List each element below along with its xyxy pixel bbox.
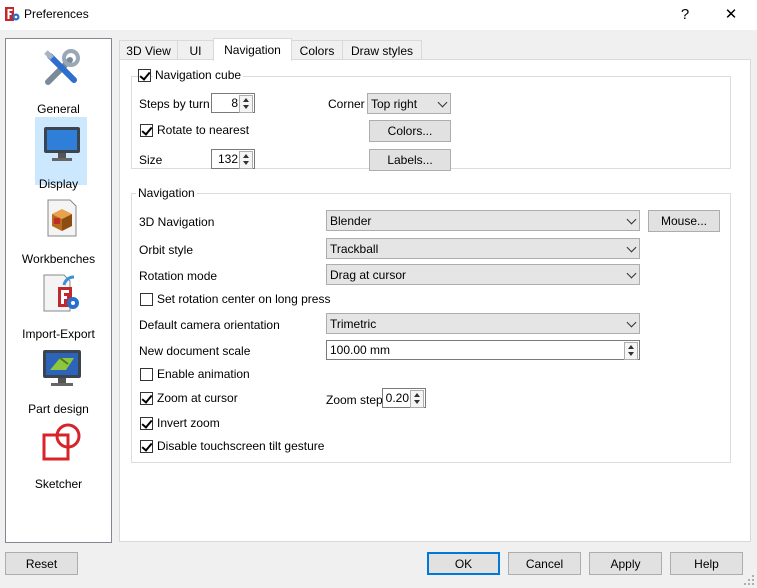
sidebar-item-display[interactable]: Display xyxy=(6,116,111,191)
chevron-down-icon xyxy=(626,214,637,225)
freecad-app-icon xyxy=(5,7,20,21)
sidebar-item-label: Import-Export xyxy=(22,327,95,341)
ok-button[interactable]: OK xyxy=(427,552,500,575)
size-label: Size xyxy=(139,153,163,167)
zoom-at-cursor-checkbox[interactable] xyxy=(140,392,153,405)
box-icon xyxy=(47,199,77,237)
spin-arrows-icon[interactable] xyxy=(239,95,253,113)
tab-draw-styles[interactable]: Draw styles xyxy=(342,40,422,60)
touchscreen-tilt-label: Disable touchscreen tilt gesture xyxy=(157,439,325,453)
size-value: 132 xyxy=(217,152,238,166)
long-press-label: Set rotation center on long press xyxy=(157,292,331,306)
corner-label: Corner xyxy=(328,97,365,111)
zoom-step-label: Zoom step xyxy=(326,393,383,407)
labels-button[interactable]: Labels... xyxy=(369,149,451,171)
colors-button[interactable]: Colors... xyxy=(369,120,451,142)
tab-3d-view[interactable]: 3D View xyxy=(119,40,178,60)
corner-value: Top right xyxy=(371,97,418,111)
sidebar-item-label: Sketcher xyxy=(34,477,83,491)
document-scale-label: New document scale xyxy=(139,344,251,358)
rotation-mode-combo[interactable]: Drag at cursor xyxy=(326,264,640,285)
cancel-button[interactable]: Cancel xyxy=(508,552,581,575)
chevron-down-icon xyxy=(437,97,448,108)
tab-navigation[interactable]: Navigation xyxy=(213,38,292,61)
chevron-down-icon xyxy=(626,317,637,328)
nav3d-combo[interactable]: Blender xyxy=(326,210,640,231)
sidebar-item-label: Workbenches xyxy=(21,252,96,266)
nav3d-value: Blender xyxy=(330,214,372,228)
zoom-step-value: 0.20 xyxy=(385,391,409,405)
invert-zoom-label: Invert zoom xyxy=(157,416,220,430)
import-export-icon xyxy=(43,274,79,312)
zoom-step-spinbox[interactable]: 0.20 xyxy=(382,388,426,408)
enable-animation-label: Enable animation xyxy=(157,367,250,381)
navigation-cube-checkbox[interactable] xyxy=(138,69,151,82)
mouse-button[interactable]: Mouse... xyxy=(648,210,720,232)
sidebar-item-part-design[interactable]: Part design xyxy=(6,341,111,416)
document-scale-value: 100.00 mm xyxy=(330,343,391,357)
camera-orientation-label: Default camera orientation xyxy=(139,318,280,332)
tab-colors[interactable]: Colors xyxy=(291,40,343,60)
apply-button[interactable]: Apply xyxy=(589,552,662,575)
spin-arrows-icon[interactable] xyxy=(410,390,424,408)
reset-button[interactable]: Reset xyxy=(5,552,78,575)
rotate-to-nearest-label: Rotate to nearest xyxy=(157,123,250,137)
rotate-to-nearest-checkbox[interactable] xyxy=(140,124,153,137)
orbit-style-value: Trackball xyxy=(330,242,379,256)
help-title-button[interactable]: ? xyxy=(662,0,708,28)
camera-orientation-combo[interactable]: Trimetric xyxy=(326,313,640,334)
monitor-icon xyxy=(44,127,80,161)
sidebar-item-workbenches[interactable]: Workbenches xyxy=(6,191,111,266)
help-button[interactable]: Help xyxy=(670,552,743,575)
steps-by-turn-spinbox[interactable]: 8 xyxy=(211,93,255,113)
orbit-style-label: Orbit style xyxy=(139,243,194,257)
steps-by-turn-label: Steps by turn xyxy=(139,97,210,111)
sidebar-item-import-export[interactable]: Import-Export xyxy=(6,266,111,341)
zoom-at-cursor-label: Zoom at cursor xyxy=(157,391,238,405)
sidebar-item-label: General xyxy=(37,102,80,116)
spin-arrows-icon[interactable] xyxy=(239,151,253,169)
rotation-mode-value: Drag at cursor xyxy=(330,268,407,282)
nav3d-label: 3D Navigation xyxy=(139,215,215,229)
size-spinbox[interactable]: 132 xyxy=(211,149,255,169)
orbit-style-combo[interactable]: Trackball xyxy=(326,238,640,259)
tools-icon xyxy=(44,49,80,85)
sidebar-item-general[interactable]: General xyxy=(6,41,111,116)
tab-ui[interactable]: UI xyxy=(177,40,214,60)
rotation-mode-label: Rotation mode xyxy=(139,269,218,283)
sketcher-icon xyxy=(42,423,81,461)
long-press-checkbox[interactable] xyxy=(140,293,153,306)
touchscreen-tilt-checkbox[interactable] xyxy=(140,440,153,453)
navigation-group-label: Navigation xyxy=(136,186,197,200)
title-bar: Preferences ? ✕ xyxy=(0,0,757,30)
preferences-page-list[interactable]: General Display Workbenches Import-Expor… xyxy=(5,38,112,543)
sidebar-item-label: Display xyxy=(38,177,79,191)
sidebar-item-sketcher[interactable]: Sketcher xyxy=(6,416,111,491)
enable-animation-checkbox[interactable] xyxy=(140,368,153,381)
chevron-down-icon xyxy=(626,242,637,253)
window-title: Preferences xyxy=(24,7,89,21)
document-scale-spinbox[interactable]: 100.00 mm xyxy=(326,340,640,360)
invert-zoom-checkbox[interactable] xyxy=(140,417,153,430)
part-design-icon xyxy=(43,350,81,386)
steps-by-turn-value: 8 xyxy=(231,96,238,110)
resize-grip-icon[interactable] xyxy=(743,574,755,586)
navigation-page: Navigation cube Steps by turn 8 Corner T… xyxy=(119,59,751,542)
corner-combo[interactable]: Top right xyxy=(367,93,451,114)
navigation-cube-label: Navigation cube xyxy=(153,68,244,82)
spin-arrows-icon[interactable] xyxy=(624,342,638,360)
chevron-down-icon xyxy=(626,268,637,279)
sidebar-item-label: Part design xyxy=(28,402,89,416)
close-button[interactable]: ✕ xyxy=(708,0,754,28)
camera-orientation-value: Trimetric xyxy=(330,317,377,331)
